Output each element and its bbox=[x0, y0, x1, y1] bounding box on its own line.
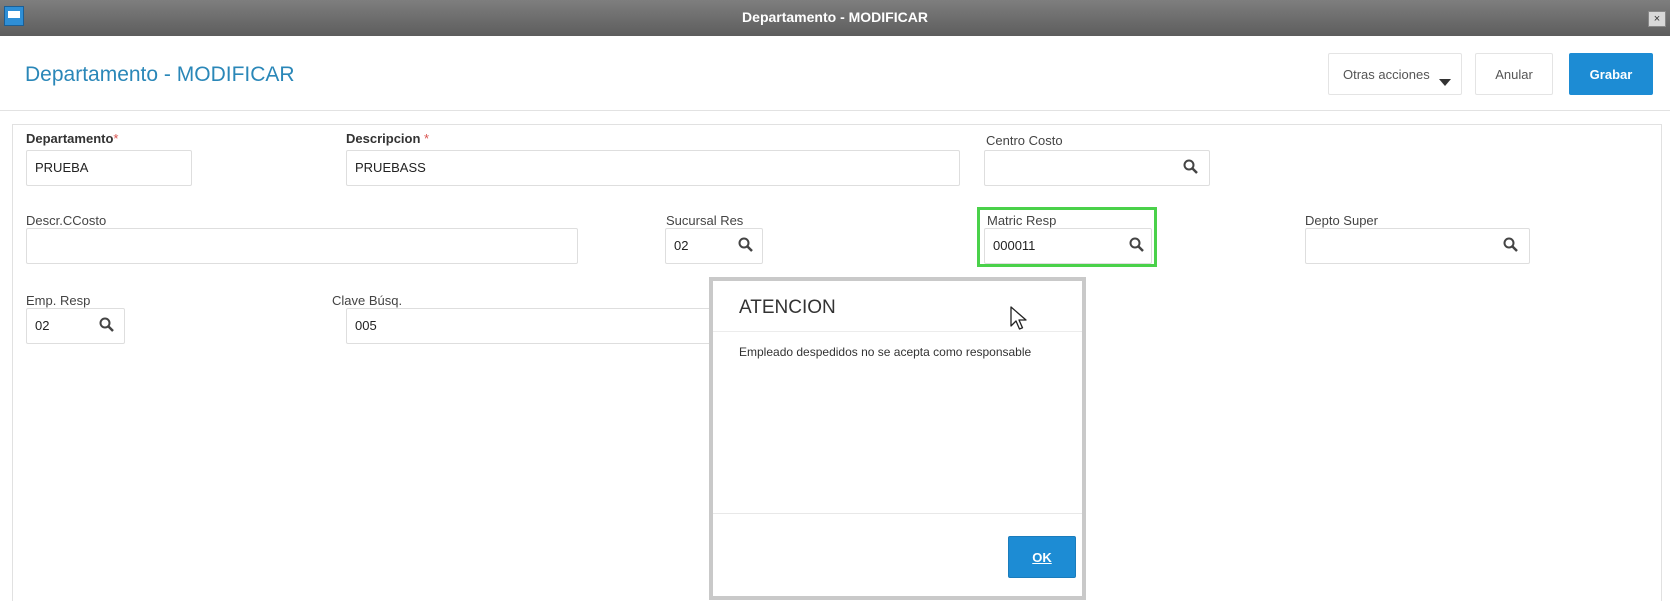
search-icon[interactable] bbox=[1503, 237, 1519, 253]
dialog-title: ATENCION bbox=[739, 297, 836, 318]
otras-acciones-label: Otras acciones bbox=[1343, 66, 1430, 82]
departamento-label: Departamento* bbox=[26, 131, 119, 146]
grabar-button[interactable]: Grabar bbox=[1569, 53, 1653, 95]
descr-ccosto-input[interactable] bbox=[26, 228, 578, 264]
departamento-input[interactable]: PRUEBA bbox=[26, 150, 192, 186]
clave-busq-label: Clave Búsq. bbox=[332, 293, 403, 308]
page-title: Departamento - MODIFICAR bbox=[25, 63, 295, 86]
descripcion-label: Descripcion * bbox=[346, 131, 430, 146]
descr-ccosto-label: Descr.CCosto bbox=[26, 213, 107, 228]
sucursal-res-label: Sucursal Res bbox=[666, 213, 744, 228]
page-header: Departamento - MODIFICAR Otras acciones … bbox=[0, 36, 1670, 111]
window-titlebar: Departamento - MODIFICAR × bbox=[0, 0, 1670, 37]
ok-button[interactable]: OK bbox=[1008, 536, 1076, 578]
matric-resp-label: Matric Resp bbox=[987, 213, 1057, 228]
required-mark: * bbox=[424, 131, 430, 146]
descripcion-input[interactable]: PRUEBASS bbox=[346, 150, 960, 186]
dialog-message: Empleado despedidos no se acepta como re… bbox=[739, 345, 1032, 359]
centro-costo-label: Centro Costo bbox=[986, 133, 1063, 148]
atencion-dialog: ATENCION Empleado despedidos no se acept… bbox=[709, 277, 1086, 600]
close-window-button[interactable]: × bbox=[1648, 11, 1666, 27]
divider bbox=[713, 513, 1082, 514]
search-icon[interactable] bbox=[99, 317, 115, 333]
mouse-cursor-icon bbox=[1010, 306, 1027, 330]
centro-costo-input[interactable] bbox=[984, 150, 1210, 186]
depto-super-label: Depto Super bbox=[1305, 213, 1378, 228]
anular-button[interactable]: Anular bbox=[1475, 53, 1553, 95]
depto-super-input[interactable] bbox=[1305, 228, 1530, 264]
search-icon[interactable] bbox=[738, 237, 754, 253]
matric-resp-input[interactable]: 000011 bbox=[984, 228, 1152, 264]
search-icon[interactable] bbox=[1129, 237, 1145, 253]
chevron-down-icon bbox=[1439, 79, 1451, 86]
clave-busq-input[interactable]: 005 bbox=[346, 308, 728, 344]
emp-resp-label: Emp. Resp bbox=[26, 293, 91, 308]
otras-acciones-button[interactable]: Otras acciones bbox=[1328, 53, 1462, 95]
search-icon[interactable] bbox=[1183, 159, 1199, 175]
window-title: Departamento - MODIFICAR bbox=[742, 9, 928, 25]
required-mark: * bbox=[113, 131, 119, 146]
